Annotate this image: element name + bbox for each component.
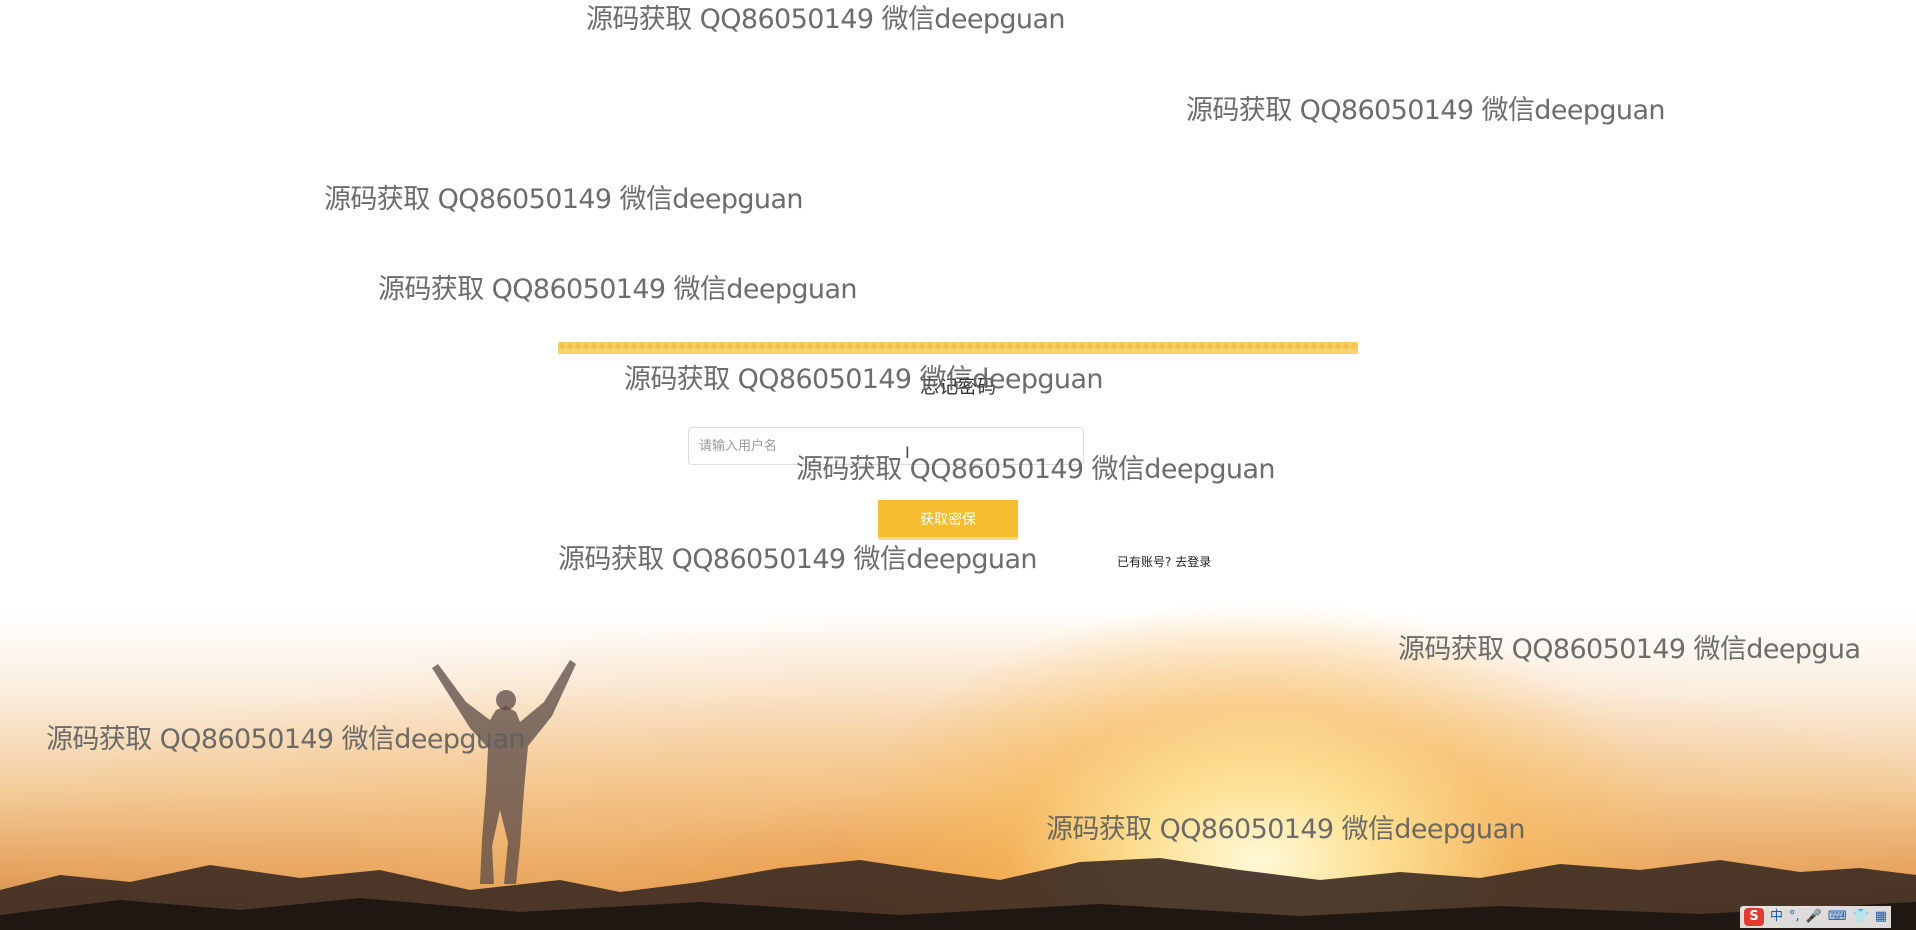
get-security-question-button[interactable]: 获取密保: [878, 500, 1018, 540]
toolbox-icon[interactable]: ▦: [1875, 908, 1887, 926]
ime-toolbar: S 中 °, 🎤 ⌨ 👕 ▦: [1740, 906, 1892, 928]
username-input[interactable]: [688, 427, 1084, 465]
form-header-band: [558, 342, 1358, 354]
ime-language-toggle[interactable]: 中: [1770, 908, 1783, 926]
text-cursor-icon: Ⅰ: [905, 443, 910, 462]
page-title: 忘记密码: [919, 376, 996, 398]
sunset-background: [0, 0, 1916, 930]
keyboard-icon[interactable]: ⌨: [1828, 908, 1847, 926]
mountain-silhouette: [0, 858, 1916, 930]
login-prompt-text: 已有账号?: [1117, 555, 1172, 569]
person-silhouette: [432, 660, 576, 884]
sogou-ime-icon[interactable]: S: [1744, 908, 1764, 926]
go-login-link[interactable]: 去登录: [1175, 555, 1211, 569]
punctuation-icon[interactable]: °,: [1789, 908, 1800, 926]
microphone-icon[interactable]: 🎤: [1806, 908, 1822, 926]
skin-icon[interactable]: 👕: [1853, 908, 1869, 926]
login-prompt: 已有账号? 去登录: [1117, 553, 1211, 570]
